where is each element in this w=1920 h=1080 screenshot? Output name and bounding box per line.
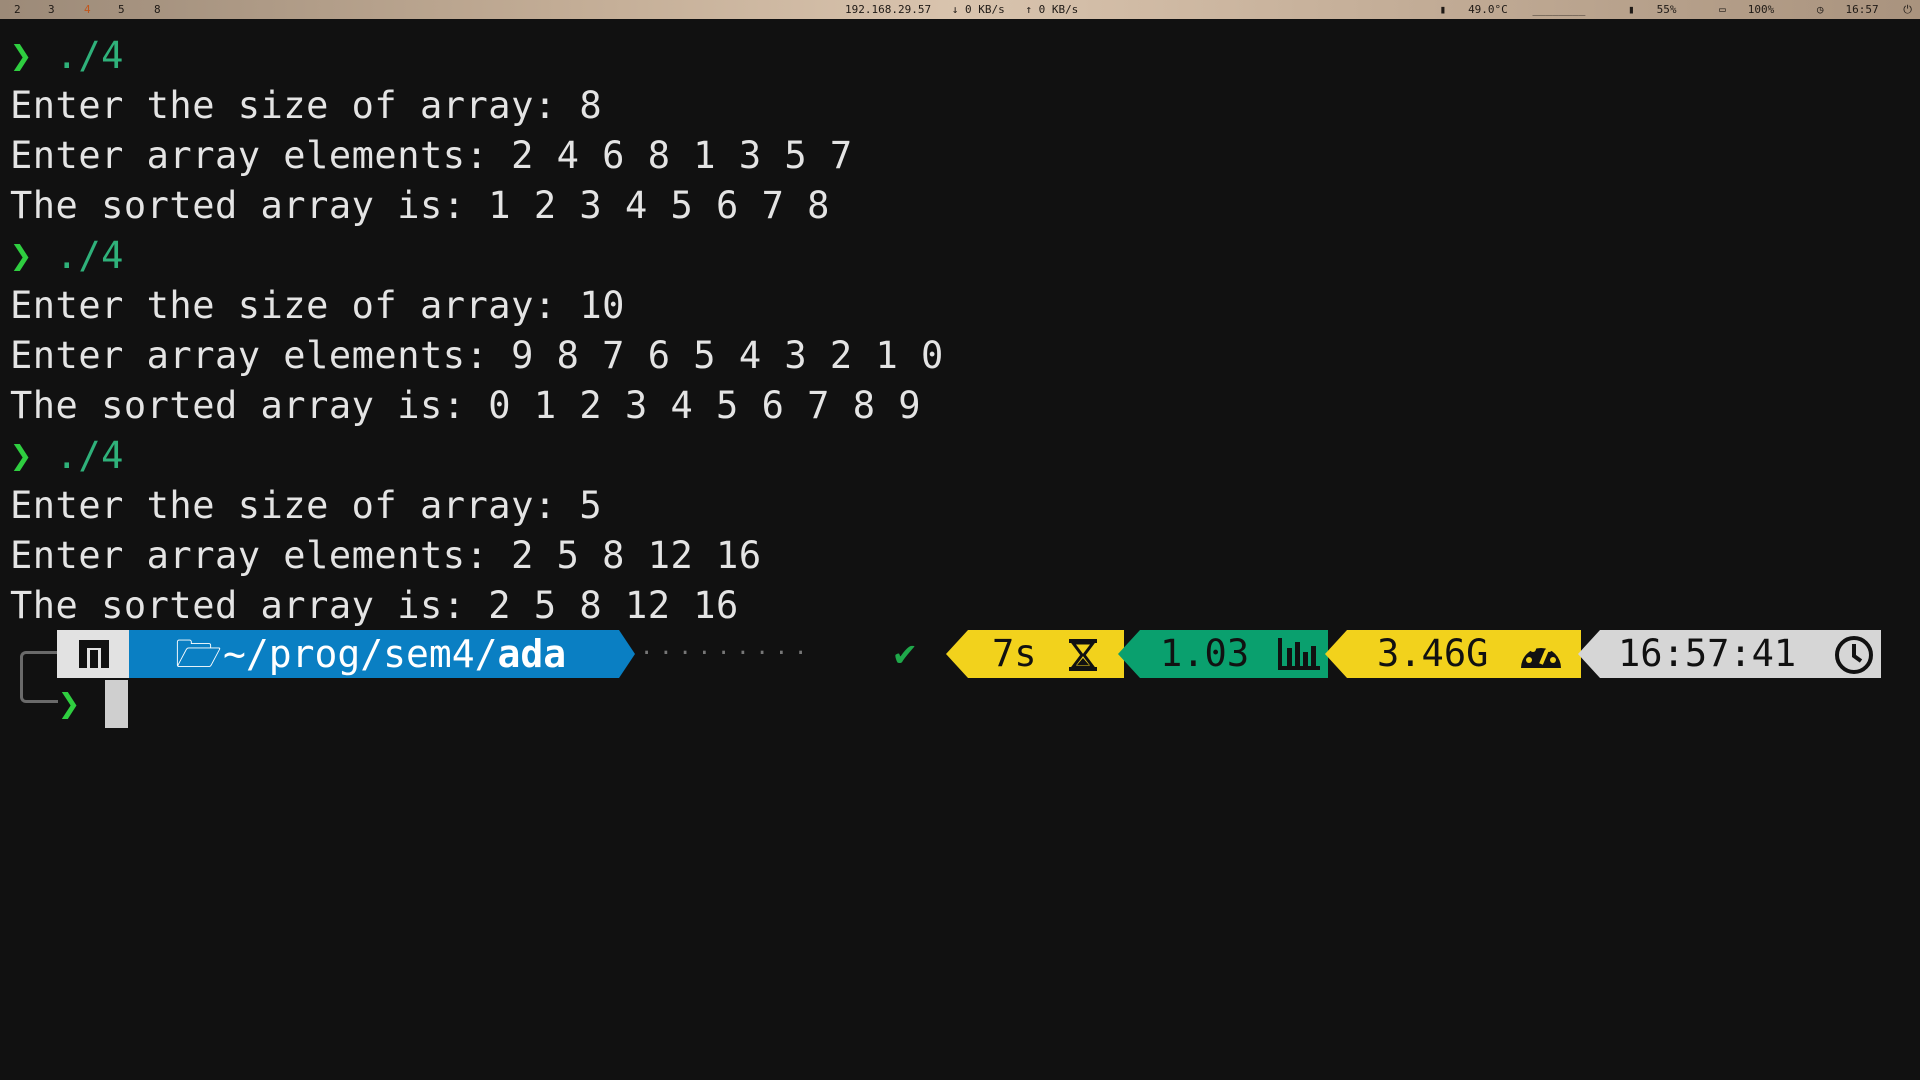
status-ok-icon: ✔ <box>894 633 916 674</box>
load-segment: 1.03 <box>1140 630 1328 678</box>
terminal-cursor[interactable] <box>105 680 128 728</box>
power-icon[interactable]: ⏻ <box>1903 3 1912 16</box>
bar-chart-icon <box>1278 638 1320 670</box>
directory-segment: 🗁 ~/prog/sem4/ada <box>129 630 619 678</box>
filler-dots: ········· <box>640 641 814 666</box>
thermometer-icon: ▮ <box>1439 3 1447 16</box>
clock-icon <box>1835 636 1873 674</box>
segment-separator <box>1578 630 1600 678</box>
workspace-5[interactable]: 5 <box>118 3 125 16</box>
directory-path: ~/prog/sem4/ <box>223 632 498 676</box>
system-status: ▮ 49.0°C ________ ▮ 55% ▭ 100% ◷ 16:57 ⏻ <box>1403 3 1912 17</box>
output-line: The sorted array is: 2 5 8 12 16 <box>10 584 739 627</box>
time-value: 16:57:41 <box>1618 632 1797 675</box>
output-line: The sorted array is: 1 2 3 4 5 6 7 8 <box>10 184 830 227</box>
workspace-8[interactable]: 8 <box>154 3 161 16</box>
folder-icon: 🗁 <box>175 632 223 676</box>
output-line: Enter the size of array: 10 <box>10 284 625 327</box>
prompt-chevron-icon: ❯ <box>10 434 33 477</box>
prompt-line: ❯ ./4 <box>10 31 944 81</box>
load-value: 1.03 <box>1160 632 1250 675</box>
prompt-line: ❯ ./4 <box>10 231 944 281</box>
clock-widget: ◷ 16:57 <box>1799 3 1879 16</box>
system-top-bar: 2 3 4 5 8 192.168.29.57 ↓ 0 KB/s ↑ 0 KB/… <box>0 0 1920 19</box>
output-line: Enter array elements: 2 5 8 12 16 <box>10 534 762 577</box>
brightness-value: 55% <box>1656 3 1677 16</box>
command-text: ./4 <box>55 34 124 77</box>
command-text: ./4 <box>55 434 124 477</box>
hourglass-icon <box>1069 639 1097 671</box>
input-prompt-chevron-icon: ❯ <box>58 682 81 725</box>
upload-speed: ↑ 0 KB/s <box>1025 3 1079 16</box>
workspace-4-active[interactable]: 4 <box>84 3 91 16</box>
terminal-output: ❯ ./4 Enter the size of array: 8 Enter a… <box>10 31 944 631</box>
speedometer-icon <box>1521 646 1561 668</box>
workspace-3[interactable]: 3 <box>48 3 55 16</box>
ip-address: 192.168.29.57 <box>845 3 932 16</box>
prompt-frame-bracket <box>20 651 58 703</box>
segment-separator <box>946 630 968 678</box>
os-segment <box>57 630 129 678</box>
segment-separator <box>1325 630 1347 678</box>
duration-segment: 7s <box>968 630 1124 678</box>
duration-value: 7s <box>992 632 1037 675</box>
clock-icon: ◷ <box>1816 3 1824 16</box>
prompt-line: ❯ ./4 <box>10 431 944 481</box>
segment-separator <box>619 630 635 678</box>
disk-usage-bar: ________ <box>1532 3 1586 16</box>
manjaro-icon <box>79 640 109 668</box>
memory-value: 3.46G <box>1377 632 1489 675</box>
download-speed: ↓ 0 KB/s <box>951 3 1005 16</box>
output-line: Enter the size of array: 8 <box>10 84 603 127</box>
time-segment: 16:57:41 <box>1600 630 1881 678</box>
battery-icon: ▭ <box>1719 3 1726 16</box>
output-line: Enter the size of array: 5 <box>10 484 603 527</box>
segment-separator <box>1118 630 1140 678</box>
temperature-value: 49.0°C <box>1468 3 1508 16</box>
output-line: Enter array elements: 9 8 7 6 5 4 3 2 1 … <box>10 334 944 377</box>
command-text: ./4 <box>55 234 124 277</box>
prompt-chevron-icon: ❯ <box>10 34 33 77</box>
clock-value: 16:57 <box>1845 3 1879 16</box>
battery-widget: ▭ 100% <box>1701 3 1774 16</box>
directory-current: ada <box>497 632 567 676</box>
memory-segment: 3.46G <box>1347 630 1581 678</box>
workspace-2[interactable]: 2 <box>14 3 21 16</box>
brightness-widget: ▮ 55% <box>1610 3 1677 16</box>
battery-value: 100% <box>1747 3 1775 16</box>
prompt-chevron-icon: ❯ <box>10 234 33 277</box>
temperature-widget: ▮ 49.0°C <box>1421 3 1507 16</box>
network-info: 192.168.29.57 ↓ 0 KB/s ↑ 0 KB/s <box>845 3 1092 16</box>
output-line: The sorted array is: 0 1 2 3 4 5 6 7 8 9 <box>10 384 922 427</box>
output-line: Enter array elements: 2 4 6 8 1 3 5 7 <box>10 134 853 177</box>
brightness-icon: ▮ <box>1628 3 1635 16</box>
